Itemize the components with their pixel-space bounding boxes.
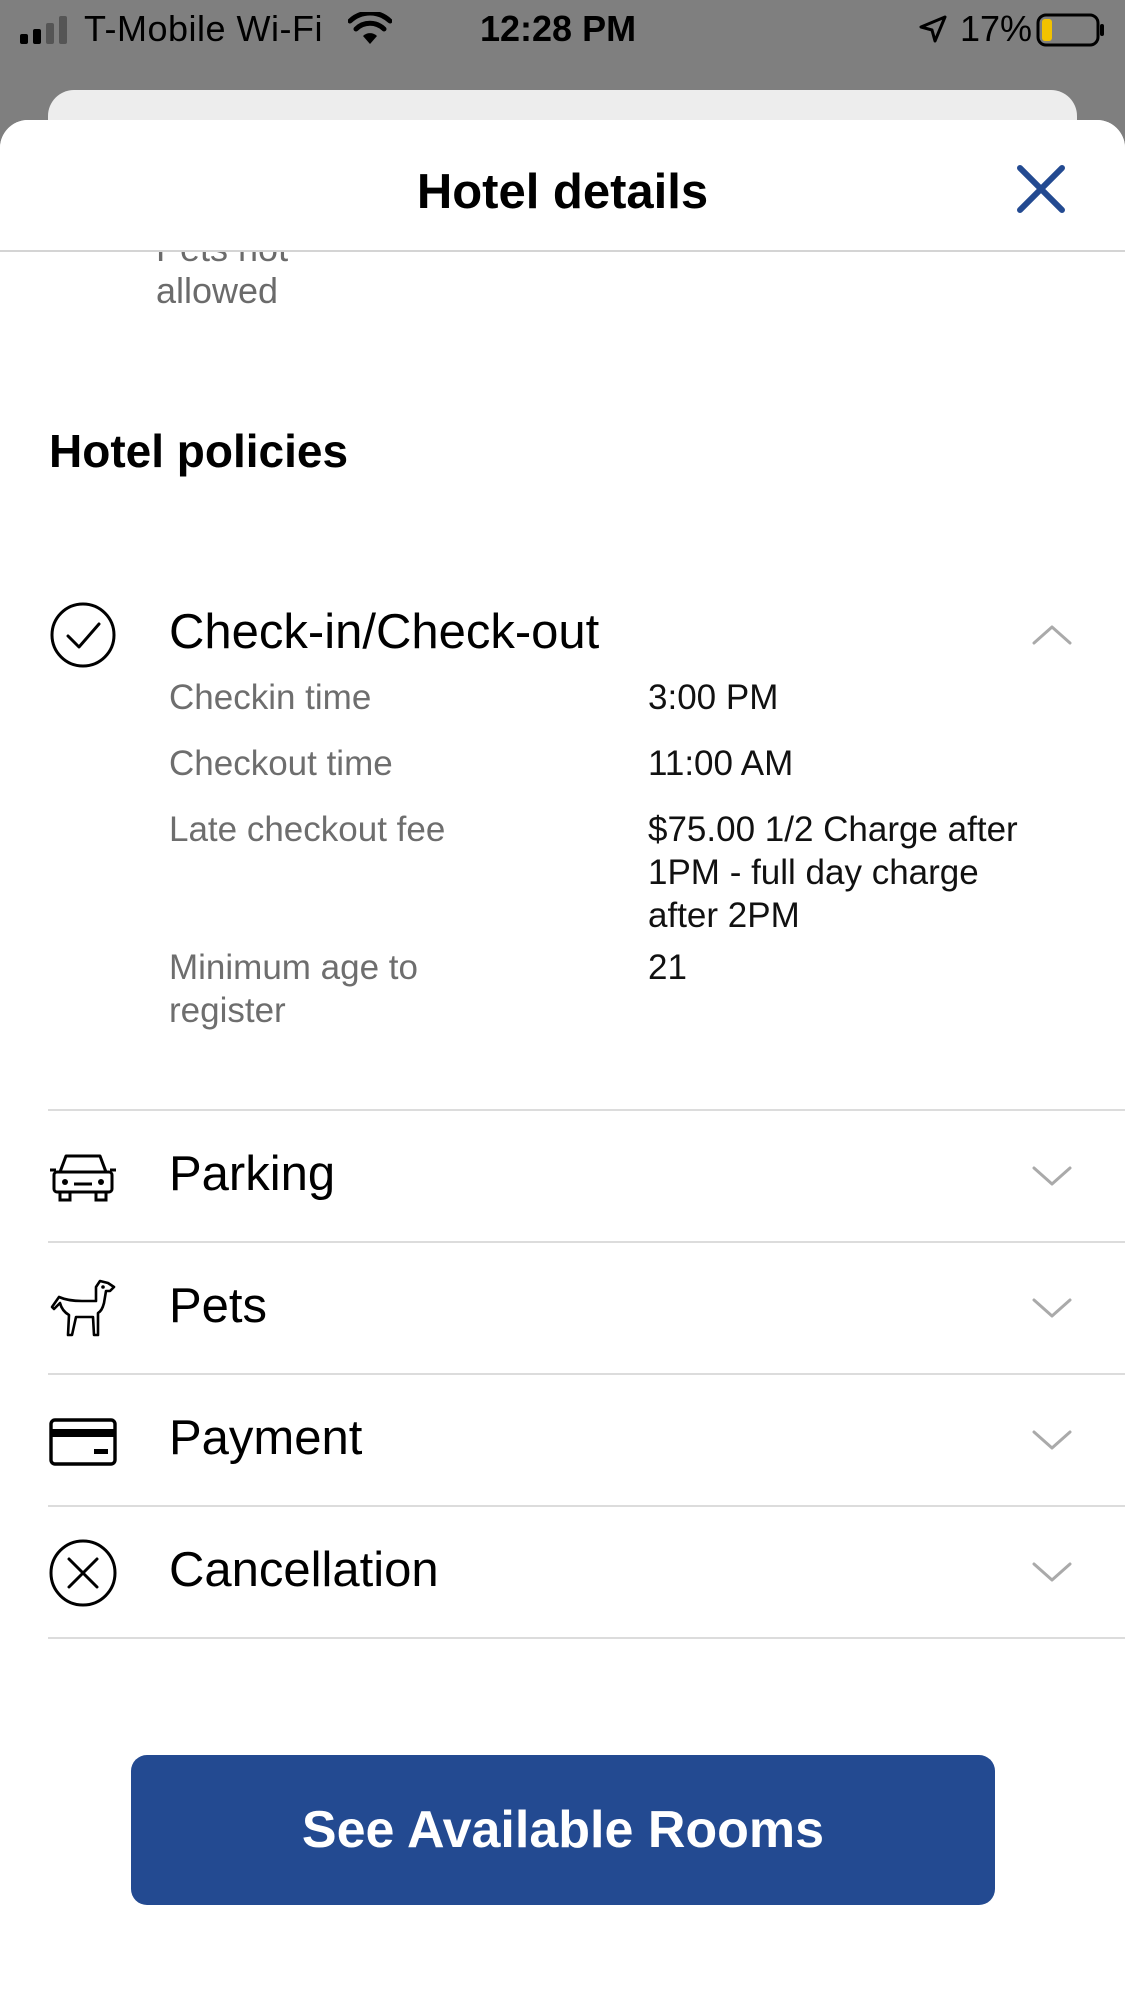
- detail-value: 11:00 AM: [648, 744, 794, 783]
- battery-icon: [1036, 13, 1104, 47]
- sheet-header: Hotel details: [0, 120, 1125, 252]
- policy-label: Cancellation: [169, 1543, 439, 1597]
- carrier-name: T-Mobile Wi-Fi: [84, 8, 323, 49]
- hotel-policies-title: Hotel policies: [49, 425, 349, 477]
- checkin-details: Checkin time 3:00 PM Checkout time 11:00…: [169, 676, 1069, 1032]
- signal-icon: [20, 16, 67, 44]
- policy-cancellation[interactable]: Cancellation: [48, 1507, 1125, 1639]
- close-icon[interactable]: [1010, 158, 1072, 220]
- location-arrow-icon: [919, 15, 947, 43]
- detail-key: Checkin time: [169, 678, 372, 717]
- battery-percent: 17%: [960, 8, 1033, 49]
- chevron-down-icon[interactable]: [1030, 1164, 1074, 1190]
- detail-row: Checkin time 3:00 PM: [169, 676, 1069, 719]
- credit-card-icon: [49, 1418, 117, 1466]
- wifi-icon: [348, 12, 392, 44]
- policy-label: Check-in/Check-out: [169, 605, 600, 659]
- check-circle-icon: [50, 602, 116, 668]
- detail-key: Minimum age to register: [169, 948, 418, 1030]
- detail-value: 21: [648, 948, 687, 987]
- chevron-down-icon[interactable]: [1030, 1428, 1074, 1454]
- policy-pets[interactable]: Pets: [48, 1243, 1125, 1375]
- see-available-rooms-button[interactable]: See Available Rooms: [131, 1755, 995, 1905]
- detail-row: Minimum age to register 21: [169, 946, 1069, 1032]
- detail-row: Checkout time 11:00 AM: [169, 742, 1069, 785]
- chevron-down-icon[interactable]: [1030, 1560, 1074, 1586]
- detail-value: $75.00 1/2 Charge after 1PM - full day c…: [648, 810, 1018, 935]
- detail-key: Checkout time: [169, 744, 393, 783]
- detail-key: Late checkout fee: [169, 810, 446, 849]
- detail-value: 3:00 PM: [648, 678, 779, 717]
- policy-label: Parking: [169, 1147, 336, 1201]
- hotel-details-sheet: Hotel details Pets not allowed Hotel pol…: [0, 120, 1125, 2001]
- status-bar: T-Mobile Wi-Fi 12:28 PM 17%: [0, 0, 1125, 62]
- dog-icon: [50, 1279, 116, 1337]
- button-label: See Available Rooms: [301, 1801, 825, 1859]
- sheet-title: Hotel details: [416, 165, 709, 219]
- chevron-up-icon[interactable]: [1030, 621, 1074, 647]
- policy-label: Payment: [169, 1411, 363, 1465]
- chevron-down-icon[interactable]: [1030, 1296, 1074, 1322]
- cancel-circle-icon: [49, 1539, 117, 1607]
- car-icon: [50, 1154, 116, 1202]
- status-time: 12:28 PM: [480, 8, 637, 49]
- detail-row: Late checkout fee $75.00 1/2 Charge afte…: [169, 808, 1069, 937]
- policy-payment[interactable]: Payment: [48, 1375, 1125, 1507]
- policy-label: Pets: [169, 1279, 268, 1333]
- policy-parking[interactable]: Parking: [48, 1111, 1125, 1243]
